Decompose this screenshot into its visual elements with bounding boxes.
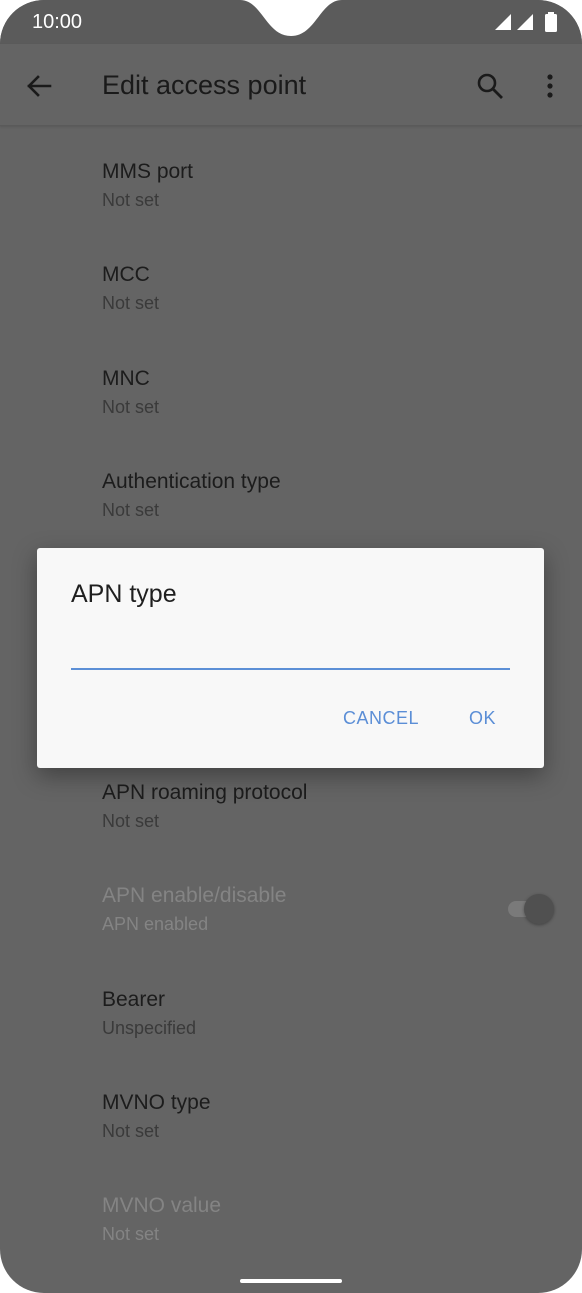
pref-summary: Not set <box>102 1224 160 1244</box>
battery-icon <box>545 12 557 32</box>
pref-summary: Unspecified <box>102 1018 197 1038</box>
status-time: 10:00 <box>32 11 83 33</box>
dialog-title: APN type <box>71 580 177 608</box>
apn-type-dialog: APN type CANCEL OK <box>37 548 544 768</box>
pref-summary: Not set <box>102 397 160 417</box>
pref-mcc[interactable]: MCC Not set <box>102 262 542 315</box>
pref-title: Authentication type <box>102 470 281 493</box>
pref-summary: Not set <box>102 293 160 313</box>
pref-title: MMS port <box>102 160 194 183</box>
page-title: Edit access point <box>102 70 307 100</box>
pref-summary: Not set <box>102 811 160 831</box>
phone-screen: 10:00 Edit access point MMS port Not set… <box>0 0 582 1293</box>
pref-title: MNC <box>102 367 150 390</box>
toggle-thumb <box>524 894 554 924</box>
pref-mnc[interactable]: MNC Not set <box>102 366 542 419</box>
apn-enable-toggle <box>508 893 556 925</box>
pref-apn-enable-disable: APN enable/disable APN enabled <box>102 883 542 936</box>
pref-title: MCC <box>102 263 150 286</box>
pref-authentication-type[interactable]: Authentication type Not set <box>102 469 542 522</box>
pref-title: APN roaming protocol <box>102 781 308 804</box>
pref-bearer[interactable]: Bearer Unspecified <box>102 987 542 1040</box>
signal-icon <box>517 14 533 30</box>
status-bar: 10:00 <box>0 0 582 44</box>
pref-title: MVNO type <box>102 1091 211 1114</box>
pref-apn-roaming-protocol[interactable]: APN roaming protocol Not set <box>102 780 542 833</box>
signal-icon <box>495 14 511 30</box>
pref-summary: Not set <box>102 500 160 520</box>
pref-summary: Not set <box>102 190 160 210</box>
pref-summary: APN enabled <box>102 914 209 934</box>
more-vert-icon[interactable] <box>536 70 564 102</box>
pref-mvno-type[interactable]: MVNO type Not set <box>102 1090 542 1143</box>
pref-title: Bearer <box>102 988 166 1011</box>
status-icons <box>494 12 558 32</box>
app-bar: Edit access point <box>0 44 582 126</box>
cancel-button[interactable]: CANCEL <box>343 708 419 729</box>
pref-title: APN enable/disable <box>102 884 287 907</box>
back-arrow-icon[interactable] <box>24 71 54 101</box>
home-indicator[interactable] <box>240 1279 342 1283</box>
pref-mms-port[interactable]: MMS port Not set <box>102 159 542 212</box>
pref-title: MVNO value <box>102 1194 222 1217</box>
search-icon[interactable] <box>474 70 506 102</box>
apn-type-input[interactable] <box>71 638 510 670</box>
pref-summary: Not set <box>102 1121 160 1141</box>
pref-mvno-value: MVNO value Not set <box>102 1193 542 1246</box>
ok-button[interactable]: OK <box>469 708 496 729</box>
